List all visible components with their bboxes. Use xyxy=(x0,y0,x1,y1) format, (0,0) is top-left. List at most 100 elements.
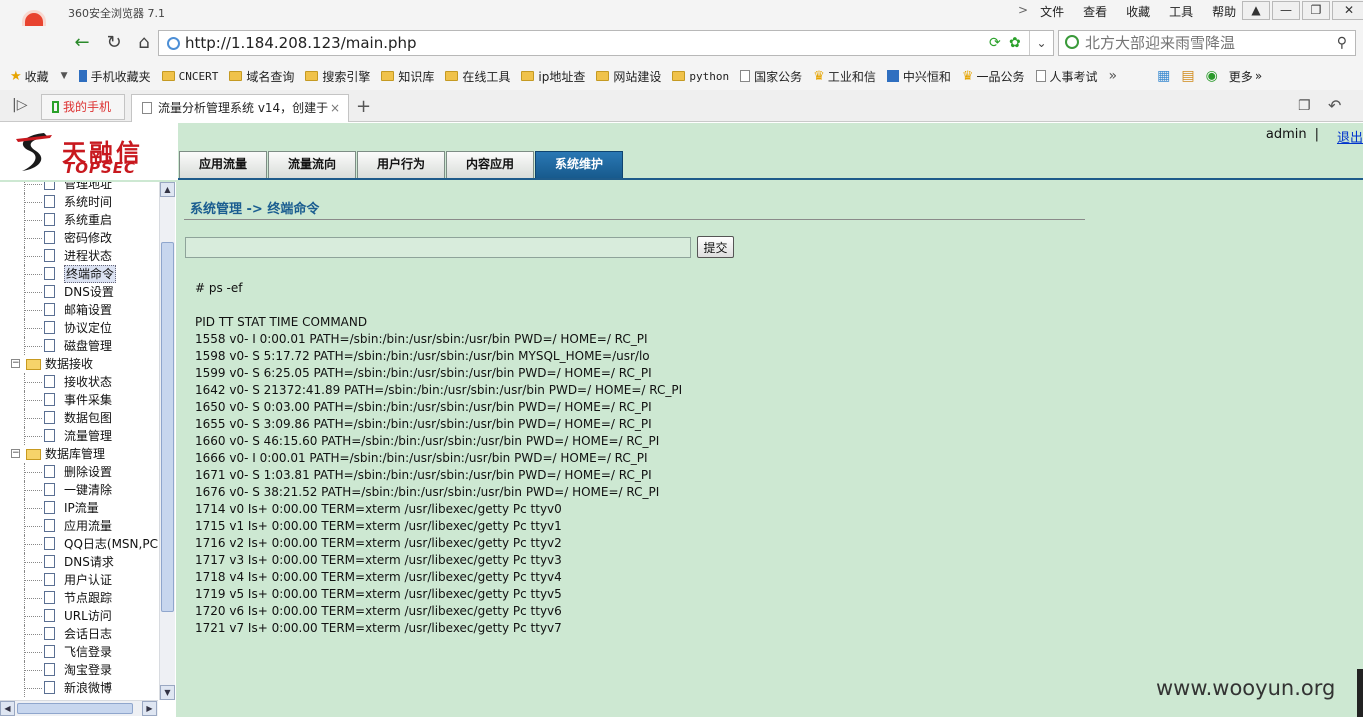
tree-item[interactable]: 系统重启 xyxy=(0,211,158,229)
tree-item[interactable]: 淘宝登录 xyxy=(0,661,158,679)
scroll-thumb[interactable] xyxy=(161,242,174,612)
tree-label: 流量管理 xyxy=(64,429,113,443)
back-arrow-icon[interactable]: ← xyxy=(70,32,94,54)
speed-mode-icon[interactable]: ⟳ xyxy=(989,35,1001,51)
bookmark-python[interactable]: python xyxy=(672,70,729,83)
cleanup-icon[interactable]: ▤ xyxy=(1181,68,1194,84)
undo-close-icon[interactable]: ↶ xyxy=(1328,96,1341,115)
menu-help[interactable]: 帮助 xyxy=(1212,3,1236,20)
shield-icon[interactable]: ◉ xyxy=(1206,68,1218,84)
tree-item[interactable]: 进程状态 xyxy=(0,247,158,265)
sidebar-toggle-icon[interactable]: |▷ xyxy=(12,97,27,113)
tree-item[interactable]: 终端命令 xyxy=(0,265,158,283)
scroll-up-icon[interactable]: ▲ xyxy=(160,182,175,197)
tree-item[interactable]: IP流量 xyxy=(0,499,158,517)
tree-item[interactable]: 飞信登录 xyxy=(0,643,158,661)
search-input[interactable] xyxy=(1085,34,1325,52)
more-button[interactable]: 更多» xyxy=(1229,68,1262,85)
bookmark-mobile[interactable]: 手机收藏夹 xyxy=(78,68,151,85)
leaf-icon[interactable]: ✿ xyxy=(1009,35,1021,51)
skin-shirt-icon[interactable]: ▲ xyxy=(1242,1,1270,20)
tab-my-phone[interactable]: 我的手机 xyxy=(41,94,125,120)
tree-item[interactable]: 事件采集 xyxy=(0,391,158,409)
scroll-left-icon[interactable]: ◀ xyxy=(0,701,15,716)
tree-item[interactable]: 一键清除 xyxy=(0,481,158,499)
tab-app-traffic[interactable]: 应用流量 xyxy=(179,151,267,178)
tab-close-icon[interactable]: × xyxy=(330,95,340,121)
tree-item[interactable]: 节点跟踪 xyxy=(0,589,158,607)
bookmark-domain[interactable]: 域名查询 xyxy=(229,68,294,85)
submit-button[interactable]: 提交 xyxy=(697,236,734,258)
tree-category[interactable]: − 数据库管理 xyxy=(0,445,158,463)
search-bar[interactable]: ⚲ xyxy=(1058,30,1356,56)
tab-system-maintenance[interactable]: 系统维护 xyxy=(535,151,623,178)
tree-horizontal-scrollbar[interactable]: ◀ ▶ xyxy=(0,700,158,716)
tree-item[interactable]: 邮箱设置 xyxy=(0,301,158,319)
tree-item[interactable]: DNS请求 xyxy=(0,553,158,571)
bookmark-website[interactable]: 网站建设 xyxy=(596,68,661,85)
chevron-down-icon[interactable]: ▼ xyxy=(61,71,68,81)
restore-tabs-icon[interactable]: ❐ xyxy=(1298,98,1311,114)
tab-content-app[interactable]: 内容应用 xyxy=(446,151,534,178)
menu-file[interactable]: 文件 xyxy=(1040,3,1064,20)
tree-item[interactable]: 管理地址 xyxy=(0,182,158,193)
tab-traffic-analysis[interactable]: 流量分析管理系统 v14，创建于 × xyxy=(131,94,349,122)
menu-tools[interactable]: 工具 xyxy=(1169,3,1193,20)
bookmark-favorites[interactable]: ★ 收藏 ▼ xyxy=(10,68,68,85)
chevron-down-icon[interactable]: ⌄ xyxy=(1029,31,1053,55)
tab-traffic-flow[interactable]: 流量流向 xyxy=(268,151,356,178)
maximize-icon[interactable]: ❐ xyxy=(1302,1,1330,20)
extensions-icon[interactable]: ▦ xyxy=(1157,68,1170,84)
close-icon[interactable]: ✕ xyxy=(1332,1,1363,20)
tree-item[interactable]: URL访问 xyxy=(0,607,158,625)
collapse-icon[interactable]: − xyxy=(11,359,20,368)
bookmark-yipin[interactable]: ♛ 一品公务 xyxy=(962,68,1025,85)
scroll-right-icon[interactable]: ▶ xyxy=(142,701,157,716)
tree-item[interactable]: 数据包图 xyxy=(0,409,158,427)
tree-item[interactable]: 会话日志 xyxy=(0,625,158,643)
tree-vertical-scrollbar[interactable]: ▲ ▼ xyxy=(159,182,175,700)
bookmark-exam[interactable]: 人事考试 xyxy=(1035,68,1098,85)
bookmark-knowledge[interactable]: 知识库 xyxy=(381,68,434,85)
scroll-down-icon[interactable]: ▼ xyxy=(160,685,175,700)
tree-item[interactable]: 用户认证 xyxy=(0,571,158,589)
address-bar[interactable]: ⟳ ✿ ⌄ xyxy=(158,30,1054,56)
process-row: 1721 v7 Is+ 0:00.00 TERM=xterm /usr/libe… xyxy=(195,621,562,635)
refresh-icon[interactable]: ↻ xyxy=(102,32,126,54)
bookmark-search-engine[interactable]: 搜索引擎 xyxy=(305,68,370,85)
address-input[interactable] xyxy=(185,34,965,52)
bookmark-cncert[interactable]: CNCERT xyxy=(161,70,218,83)
new-tab-icon[interactable]: + xyxy=(356,96,371,117)
logout-link[interactable]: 退出 xyxy=(1337,127,1363,146)
tree-line xyxy=(24,670,42,671)
tree-item[interactable]: 接收状态 xyxy=(0,373,158,391)
scroll-thumb[interactable] xyxy=(17,703,133,714)
menu-view[interactable]: 查看 xyxy=(1083,3,1107,20)
collapse-icon[interactable]: − xyxy=(11,449,20,458)
tree-item[interactable]: 协议定位 xyxy=(0,319,158,337)
bookmark-civil-service[interactable]: 国家公务 xyxy=(740,68,802,85)
tree-item[interactable]: 系统时间 xyxy=(0,193,158,211)
bookmark-miit[interactable]: ♛ 工业和信 xyxy=(813,68,876,85)
home-icon[interactable]: ⌂ xyxy=(132,32,156,54)
bookmark-ip-lookup[interactable]: ip地址查 xyxy=(521,68,585,85)
tree-item[interactable]: 应用流量 xyxy=(0,517,158,535)
tree-item[interactable]: DNS设置 xyxy=(0,283,158,301)
menu-arrow-icon[interactable]: > xyxy=(1018,3,1028,20)
bookmark-online-tools[interactable]: 在线工具 xyxy=(445,68,510,85)
tab-user-behavior[interactable]: 用户行为 xyxy=(357,151,445,178)
menu-favorites[interactable]: 收藏 xyxy=(1126,3,1150,20)
bookmark-zhongxing[interactable]: 中兴恒和 xyxy=(886,68,951,85)
tree-category[interactable]: − 数据接收 xyxy=(0,355,158,373)
search-icon[interactable]: ⚲ xyxy=(1337,35,1347,51)
minimize-icon[interactable]: — xyxy=(1272,1,1300,20)
command-input[interactable] xyxy=(185,237,691,258)
tree-item[interactable]: 删除设置 xyxy=(0,463,158,481)
search-engine-icon[interactable] xyxy=(1065,35,1079,49)
tree-item[interactable]: 流量管理 xyxy=(0,427,158,445)
bookmarks-overflow-icon[interactable]: » xyxy=(1109,68,1118,84)
tree-item[interactable]: 新浪微博 xyxy=(0,679,158,697)
tree-item[interactable]: 密码修改 xyxy=(0,229,158,247)
tree-item[interactable]: QQ日志(MSN,PC xyxy=(0,535,158,553)
tree-item[interactable]: 磁盘管理 xyxy=(0,337,158,355)
